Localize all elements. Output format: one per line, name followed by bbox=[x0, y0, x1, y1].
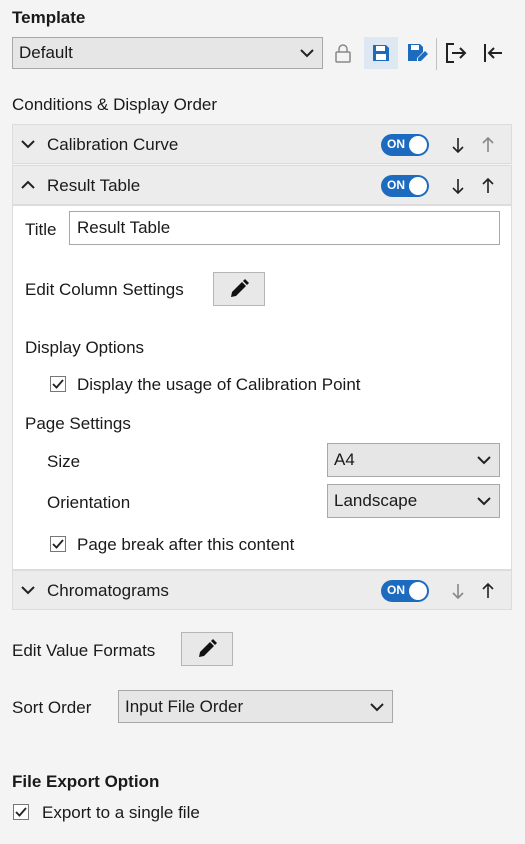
sort-order-select-value: Input File Order bbox=[125, 696, 244, 716]
toggle-label: ON bbox=[387, 583, 405, 597]
page-break-checkbox[interactable] bbox=[50, 536, 66, 552]
import-icon[interactable] bbox=[479, 39, 507, 67]
move-up-icon[interactable] bbox=[480, 176, 496, 196]
chevron-down-icon[interactable] bbox=[21, 138, 35, 150]
pencil-icon bbox=[199, 639, 217, 657]
title-label: Title bbox=[25, 220, 57, 239]
chevron-down-icon bbox=[370, 702, 384, 711]
orientation-select-value: Landscape bbox=[334, 491, 418, 510]
chevron-down-icon[interactable] bbox=[21, 584, 35, 596]
result-table-toggle[interactable]: ON bbox=[381, 175, 429, 197]
lock-icon[interactable] bbox=[329, 39, 357, 67]
calibration-curve-toggle[interactable]: ON bbox=[381, 134, 429, 156]
section-result-table[interactable]: Result Table ON bbox=[12, 165, 512, 205]
orientation-label: Orientation bbox=[47, 493, 131, 512]
display-options-heading: Display Options bbox=[25, 338, 145, 357]
chevron-up-icon[interactable] bbox=[21, 179, 35, 191]
template-heading: Template bbox=[12, 8, 86, 27]
size-select-value: A4 bbox=[334, 450, 355, 469]
chevron-down-icon bbox=[300, 49, 314, 58]
file-export-heading: File Export Option bbox=[12, 772, 160, 791]
toggle-label: ON bbox=[387, 137, 405, 151]
move-up-icon[interactable] bbox=[480, 581, 496, 601]
sort-order-label: Sort Order bbox=[12, 698, 92, 717]
save-as-icon[interactable] bbox=[403, 39, 431, 67]
move-down-icon[interactable] bbox=[450, 135, 466, 155]
conditions-heading: Conditions & Display Order bbox=[12, 95, 218, 114]
chevron-down-icon bbox=[477, 497, 491, 506]
move-down-icon[interactable] bbox=[450, 176, 466, 196]
page-settings-heading: Page Settings bbox=[25, 414, 131, 433]
checkmark-icon bbox=[52, 539, 64, 549]
page-break-label: Page break after this content bbox=[77, 535, 295, 554]
display-usage-label: Display the usage of Calibration Point bbox=[77, 375, 361, 394]
toggle-knob bbox=[409, 177, 427, 195]
template-select-value: Default bbox=[19, 43, 73, 62]
move-down-icon[interactable] bbox=[450, 581, 466, 601]
toggle-knob bbox=[409, 582, 427, 600]
export-single-file-checkbox[interactable] bbox=[13, 804, 29, 820]
section-label: Chromatograms bbox=[47, 581, 169, 600]
chromatograms-toggle[interactable]: ON bbox=[381, 580, 429, 602]
edit-column-settings-button[interactable] bbox=[213, 272, 265, 306]
checkmark-icon bbox=[15, 807, 27, 817]
title-input[interactable] bbox=[69, 211, 500, 245]
sort-order-select[interactable]: Input File Order bbox=[118, 690, 393, 723]
export-icon[interactable] bbox=[442, 39, 470, 67]
edit-value-formats-label: Edit Value Formats bbox=[12, 641, 156, 660]
template-select[interactable]: Default bbox=[12, 37, 323, 69]
checkmark-icon bbox=[52, 379, 64, 389]
toggle-label: ON bbox=[387, 178, 405, 192]
display-usage-checkbox[interactable] bbox=[50, 376, 66, 392]
export-single-file-label: Export to a single file bbox=[42, 803, 200, 822]
section-label: Result Table bbox=[47, 176, 141, 195]
toggle-knob bbox=[409, 136, 427, 154]
chevron-down-icon bbox=[477, 456, 491, 465]
result-table-panel: Title Edit Column Settings Display Optio… bbox=[12, 205, 512, 570]
edit-column-settings-label: Edit Column Settings bbox=[25, 280, 184, 299]
pencil-icon bbox=[231, 279, 249, 297]
size-label: Size bbox=[47, 452, 81, 471]
save-icon[interactable] bbox=[364, 37, 398, 69]
size-select[interactable]: A4 bbox=[327, 443, 500, 477]
section-label: Calibration Curve bbox=[47, 135, 179, 154]
orientation-select[interactable]: Landscape bbox=[327, 484, 500, 518]
toolbar-divider bbox=[436, 38, 437, 70]
edit-value-formats-button[interactable] bbox=[181, 632, 233, 666]
section-chromatograms[interactable]: Chromatograms ON bbox=[12, 570, 512, 610]
section-calibration-curve[interactable]: Calibration Curve ON bbox=[12, 124, 512, 164]
move-up-icon[interactable] bbox=[480, 135, 496, 155]
